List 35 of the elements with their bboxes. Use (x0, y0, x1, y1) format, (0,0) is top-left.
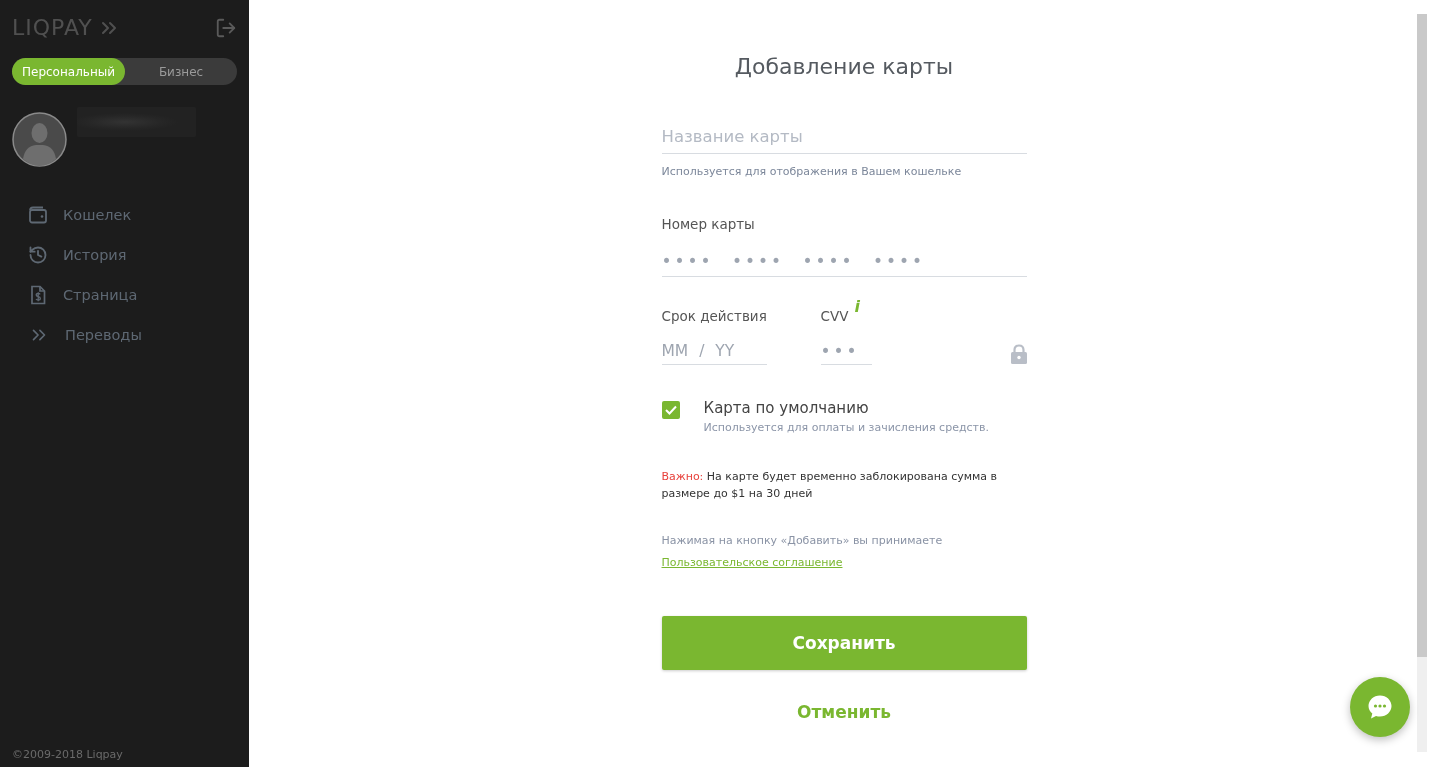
expiry-label: Срок действия (661, 308, 767, 324)
save-button[interactable]: Сохранить (661, 616, 1027, 670)
history-icon (28, 245, 48, 265)
cvv-input[interactable]: ••• (820, 338, 872, 365)
card-number-label: Номер карты (661, 216, 756, 232)
card-name-input[interactable]: Название карты (661, 119, 1027, 154)
copyright-text: ©2009-2018 Liqpay (12, 748, 124, 763)
notice-text: Важно: На карте будет временно заблокирована сумма в размере до $1 на 30 дней (661, 469, 999, 502)
nav-item[interactable]: История (12, 235, 237, 275)
chat-button[interactable] (1350, 677, 1410, 737)
logout-button[interactable] (215, 17, 237, 39)
nav-item[interactable]: Переводы (12, 315, 237, 355)
consent-text: Нажимая на кнопку «Добавить» вы принимаете (661, 533, 944, 549)
account-type-tab[interactable]: Персональный (12, 58, 125, 85)
logout-icon (215, 17, 237, 39)
dollar-document-icon (28, 285, 48, 305)
chat-bubble-icon (1367, 694, 1393, 720)
default-card-description: Используется для оплаты и зачисления средств. (703, 421, 989, 435)
cvv-label: CVV (820, 308, 849, 324)
nav-item[interactable]: Страница (12, 275, 237, 315)
card-name-hint: Используется для отображения в Вашем кошельке (661, 165, 963, 179)
expiry-input[interactable]: MM / YY (661, 338, 767, 365)
wallet-icon (28, 205, 48, 225)
padlock-icon (1010, 344, 1027, 364)
cancel-button[interactable]: Отменить (797, 700, 891, 724)
cvv-info-link[interactable]: i (854, 299, 860, 315)
checkmark-icon (664, 405, 677, 415)
avatar-icon (12, 112, 67, 167)
default-card-label: Карта по умолчанию (703, 398, 870, 418)
account-type-tab[interactable]: Бизнес (125, 58, 237, 85)
page-title: Добавление карты (733, 53, 955, 81)
card-number-input[interactable]: •••• •••• •••• •••• (661, 246, 1027, 277)
user-agreement-link[interactable]: Пользовательское соглашение (661, 554, 843, 571)
nav-item[interactable]: Кошелек (12, 195, 237, 235)
default-card-checkbox[interactable] (661, 401, 680, 419)
